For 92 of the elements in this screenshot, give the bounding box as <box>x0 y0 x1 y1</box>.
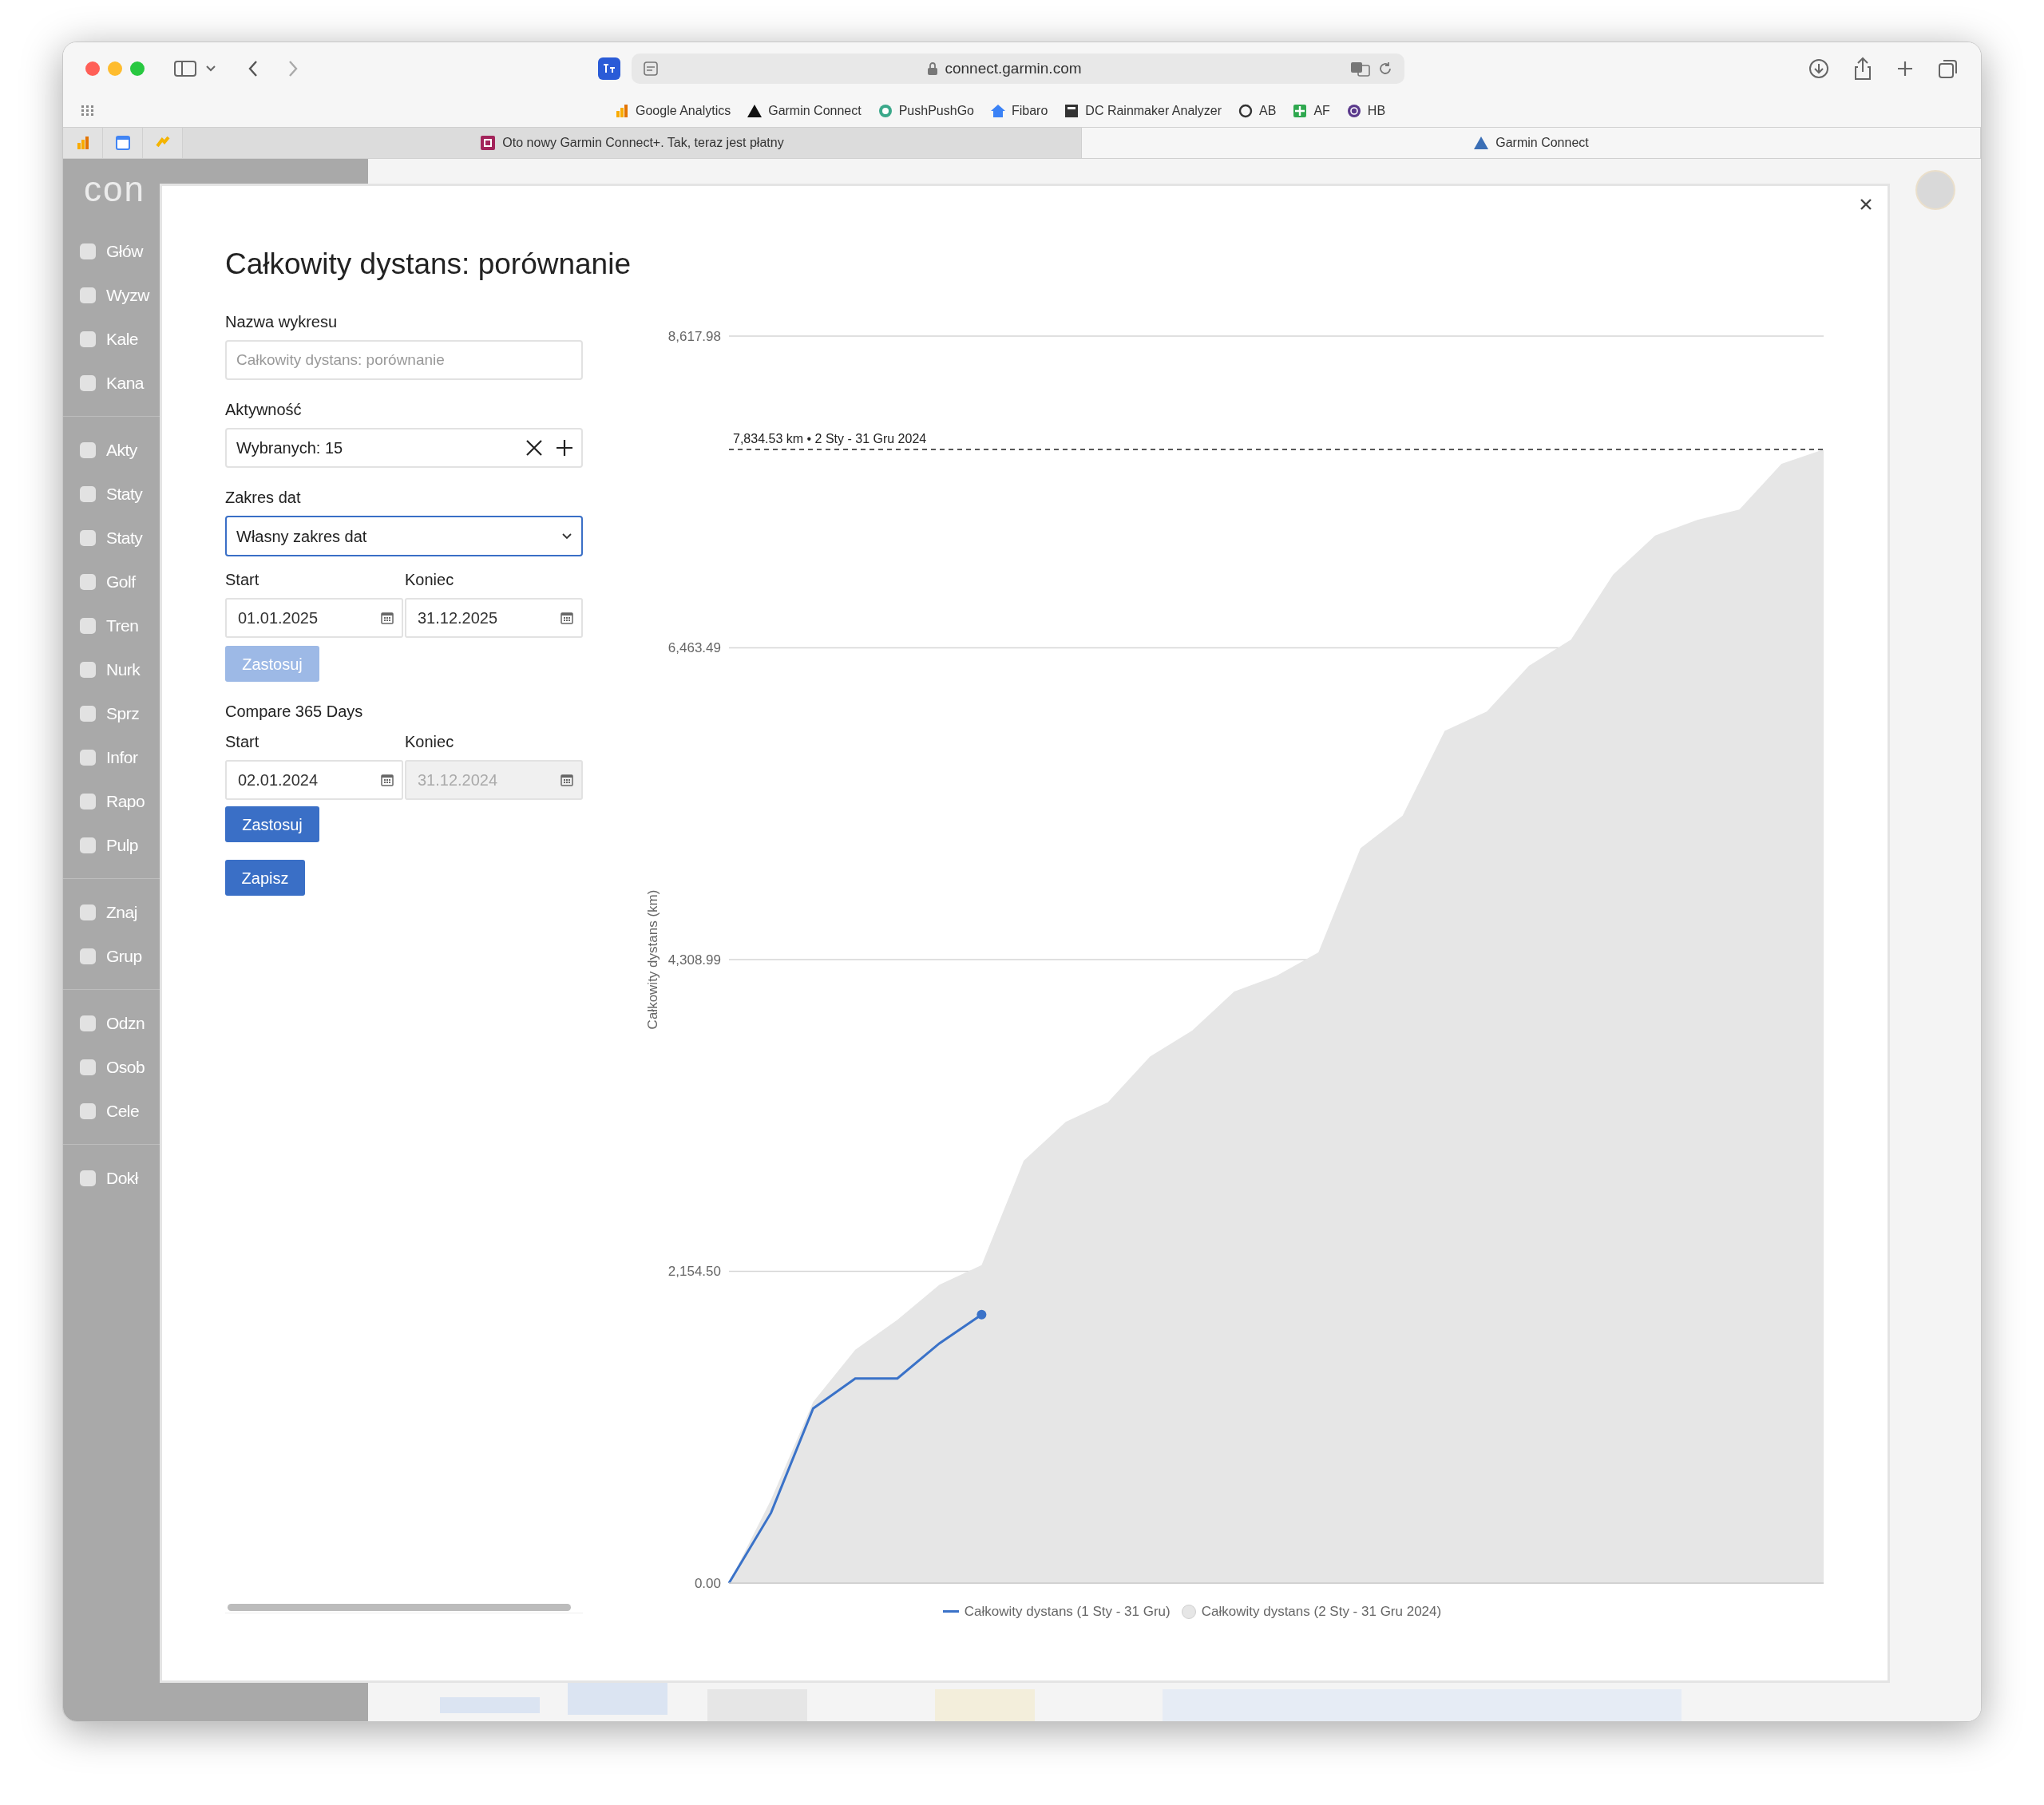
lock-icon <box>927 61 939 76</box>
bookmark-link[interactable]: PushPushGo <box>877 101 974 121</box>
bookmark-icon <box>877 103 893 119</box>
bookmark-icon <box>747 103 763 119</box>
apply-button[interactable]: Zastosuj <box>225 806 319 842</box>
close-icon[interactable] <box>1860 198 1872 211</box>
calendar-icon[interactable] <box>381 612 394 624</box>
bookmark-link[interactable]: Garmin Connect <box>747 101 862 121</box>
nav-item[interactable]: Osob <box>106 1054 145 1080</box>
tabs-overview-icon[interactable] <box>1938 58 1959 79</box>
date-field[interactable]: 01.01.2025 <box>225 598 403 638</box>
nav-item[interactable]: Staty <box>106 524 143 551</box>
browser-tab[interactable]: Garmin Connect <box>1082 128 1981 158</box>
nav-item[interactable]: Kana <box>106 370 145 396</box>
bookmark-icon <box>1292 103 1309 119</box>
plus-icon[interactable] <box>556 439 573 457</box>
date-range-select[interactable]: Własny zakres dat <box>225 516 583 556</box>
grid-icon[interactable] <box>81 105 95 117</box>
input-field[interactable]: Całkowity dystans: porównanie <box>225 340 583 380</box>
bookmark-link[interactable]: AB <box>1238 101 1277 121</box>
axis-tick-label: 2,154.50 <box>667 1264 721 1280</box>
bookmark-link[interactable]: Google Analytics <box>614 101 731 121</box>
tab-icon <box>480 135 497 151</box>
chevron-down-icon[interactable] <box>205 65 216 73</box>
axis-tick-label: 6,463.49 <box>667 640 721 656</box>
chevron-down-icon <box>562 532 572 540</box>
axis-tick-label: 8,617.98 <box>667 329 721 344</box>
page-icon <box>643 61 659 77</box>
bookmark-link[interactable]: AF <box>1292 101 1330 121</box>
nav-item[interactable]: Wyzw <box>106 282 149 308</box>
field-label: Koniec <box>405 570 455 590</box>
nav-item[interactable]: Golf <box>106 568 136 595</box>
nav-item[interactable]: Znaj <box>106 899 137 925</box>
logo-text: con <box>83 172 146 210</box>
calendar-icon[interactable] <box>381 774 394 786</box>
reload-icon[interactable] <box>1377 61 1393 77</box>
modal-title: Całkowity dystans: porównanie <box>225 247 631 282</box>
extension-icon[interactable] <box>598 57 620 80</box>
annotation-label: 7,834.53 km • 2 Sty - 31 Gru 2024 <box>733 432 927 445</box>
calendar-icon[interactable] <box>561 612 573 624</box>
bookmark-icon <box>1064 103 1080 119</box>
axis-tick-label: 0.00 <box>694 1576 721 1591</box>
nav-item[interactable]: Sprz <box>106 700 140 726</box>
bookmark-link[interactable]: DC Rainmaker Analyzer <box>1064 101 1222 121</box>
share-icon[interactable] <box>1853 57 1872 81</box>
nav-item[interactable]: Tren <box>106 612 139 639</box>
legend-label[interactable]: Całkowity dystans (1 Sty - 31 Gru) <box>964 1601 1171 1622</box>
tab-icon <box>1473 135 1490 151</box>
field-label: Aktywność <box>225 400 303 420</box>
nav-item[interactable]: Pulp <box>106 832 139 858</box>
bookmark-icon <box>1238 103 1254 119</box>
save-button[interactable]: Zapisz <box>225 860 305 896</box>
nav-item[interactable]: Infor <box>106 744 138 770</box>
field-label: Nazwa wykresu <box>225 312 339 332</box>
legend-label[interactable]: Całkowity dystans (2 Sty - 31 Gru 2024) <box>1201 1601 1442 1622</box>
date-field[interactable]: 02.01.2024 <box>225 760 403 800</box>
nav-item[interactable]: Akty <box>106 437 137 463</box>
section-label: Compare 365 Days <box>225 702 364 722</box>
address-bar[interactable]: connect.garmin.com <box>632 53 1404 84</box>
translate-icon <box>1350 61 1371 77</box>
nav-item[interactable]: Cele <box>106 1098 140 1124</box>
sidebar-icon[interactable] <box>173 59 197 78</box>
bookmark-icon <box>1345 103 1362 119</box>
url-text: connect.garmin.com <box>945 58 1082 78</box>
nav-item[interactable]: Grup <box>106 943 142 969</box>
tab-icon <box>114 135 131 151</box>
bookmark-link[interactable]: Fibaro <box>989 101 1048 121</box>
data-point-marker <box>976 1309 987 1320</box>
scrollbar[interactable] <box>228 1604 571 1611</box>
axis-tick-label: 4,308.99 <box>667 952 721 968</box>
nav-item[interactable]: Rapo <box>106 788 145 814</box>
nav-item[interactable]: Głów <box>106 238 143 264</box>
nav-item[interactable]: Odzn <box>106 1010 145 1036</box>
nav-item[interactable]: Staty <box>106 481 143 507</box>
back-icon[interactable] <box>247 59 259 78</box>
axis-title: Całkowity dystans (km) <box>645 889 660 1030</box>
activity-field[interactable]: Wybranych: 15 <box>225 428 583 468</box>
download-icon[interactable] <box>1808 58 1829 79</box>
date-field[interactable]: 31.12.2025 <box>405 598 583 638</box>
bookmark-icon <box>989 103 1006 119</box>
bookmark-link[interactable]: HB <box>1345 101 1386 121</box>
nav-item[interactable]: Nurk <box>106 656 141 683</box>
nav-item[interactable]: Kale <box>106 326 139 352</box>
field-label: Start <box>225 570 260 590</box>
nav-item[interactable]: Dokł <box>106 1165 138 1191</box>
field-label: Koniec <box>405 732 455 752</box>
field-label: Zakres dat <box>225 488 302 508</box>
field-label: Start <box>225 732 260 752</box>
browser-tab[interactable]: Oto nowy Garmin Connect+. Tak, teraz jest płatny <box>183 128 1082 158</box>
window-control[interactable] <box>85 61 100 76</box>
bookmark-icon <box>614 103 630 119</box>
close-icon[interactable] <box>525 439 543 457</box>
